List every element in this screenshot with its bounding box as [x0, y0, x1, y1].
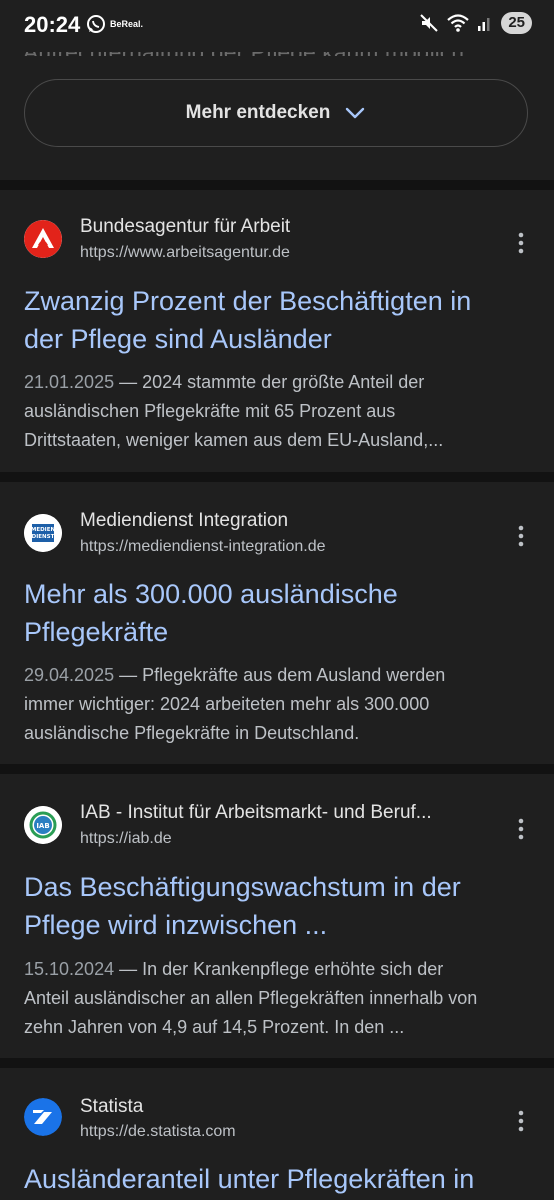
result-title-link[interactable]: Das Beschäftigungswachstum in der Pflege…: [24, 868, 524, 944]
mute-icon: [420, 14, 439, 32]
more-options-icon[interactable]: [516, 818, 526, 840]
statista-favicon-icon: [24, 1098, 62, 1136]
status-time: 20:24: [24, 12, 81, 37]
snippet-line: Drittstaaten, weniger kamen aus dem EU-A…: [24, 430, 444, 450]
favicon-text: DIENST: [32, 534, 55, 540]
more-options-icon[interactable]: [516, 525, 526, 547]
search-result-card[interactable]: Statista https://de.statista.com Ausländ…: [0, 1068, 554, 1200]
result-snippet: 21.01.2025 — 2024 stammte der größte Ant…: [24, 368, 524, 455]
favicon-text: IAB: [36, 822, 49, 830]
result-divider: [0, 1058, 554, 1068]
favicon-text: MEDIEN: [31, 527, 56, 533]
result-date: 29.04.2025: [24, 665, 115, 685]
arbeitsagentur-favicon-icon: [24, 220, 62, 258]
result-divider: [0, 180, 554, 190]
result-title-line: Das Beschäftigungswachstum in der: [24, 872, 461, 902]
result-title-line: Pflegekräfte: [24, 617, 169, 647]
result-url: https://mediendienst-integration.de: [80, 538, 326, 555]
signal-icon: [478, 18, 490, 31]
snippet-line: ausländische Pflegekräfte in Deutschland…: [24, 723, 360, 743]
result-divider: [0, 764, 554, 774]
snippet-line: zehn Jahren von 4,9 auf 14,5 Prozent. In…: [24, 1017, 405, 1037]
mediendienst-favicon-icon: MEDIEN DIENST: [24, 514, 62, 552]
result-url: https://www.arbeitsagentur.de: [80, 244, 290, 261]
chevron-down-icon: [346, 107, 365, 119]
snippet-line: Anteil ausländischer an allen Pflegekräf…: [24, 988, 478, 1008]
result-date: 15.10.2024: [24, 959, 115, 979]
search-result-card[interactable]: IAB IAB - Institut für Arbeitsmarkt- und…: [0, 774, 554, 1058]
snippet-line: — In der Krankenpflege erhöhte sich der: [119, 959, 444, 979]
result-title-line: Mehr als 300.000 ausländische: [24, 579, 398, 609]
search-result-card[interactable]: Bundesagentur für Arbeit https://www.arb…: [0, 190, 554, 472]
result-snippet: 15.10.2024 — In der Krankenpflege erhöht…: [24, 955, 524, 1042]
result-title-line: Zwanzig Prozent der Beschäftigten in: [24, 286, 472, 316]
whatsapp-icon: [87, 15, 105, 33]
result-title-link[interactable]: Mehr als 300.000 ausländische Pflegekräf…: [24, 575, 524, 651]
result-date: 21.01.2025: [24, 372, 115, 392]
result-title-link[interactable]: Ausländeranteil unter Pflegekräften in: [24, 1160, 524, 1198]
status-bar: 20:24 BeReal. 25: [0, 0, 554, 52]
search-results-page: Aufrechterhaltung der Pflege kaum möglic…: [0, 0, 554, 1200]
wifi-icon: [447, 14, 470, 32]
result-title-line: der Pflege sind Ausländer: [24, 324, 332, 354]
more-options-icon[interactable]: [516, 1110, 526, 1132]
result-site-name: Statista: [80, 1096, 144, 1117]
result-snippet: 29.04.2025 — Pflegekräfte aus dem Auslan…: [24, 661, 524, 748]
snippet-line: ausländischen Pflegekräfte mit 65 Prozen…: [24, 401, 396, 421]
result-site-name: IAB - Institut für Arbeitsmarkt- und Ber…: [80, 802, 432, 823]
result-site-name: Bundesagentur für Arbeit: [80, 216, 291, 237]
more-discover-button[interactable]: Mehr entdecken: [24, 79, 528, 147]
result-divider: [0, 472, 554, 482]
result-title-line: Ausländeranteil unter Pflegekräften in: [24, 1164, 475, 1194]
snippet-line: — Pflegekräfte aus dem Ausland werden: [119, 665, 446, 685]
snippet-line: — 2024 stammte der größte Anteil der: [119, 372, 425, 392]
battery-indicator: 25: [501, 12, 532, 34]
search-result-card[interactable]: MEDIEN DIENST Mediendienst Integration h…: [0, 482, 554, 774]
status-icons: 25: [419, 12, 532, 34]
result-url: https://iab.de: [80, 830, 172, 847]
snippet-line: immer wichtiger: 2024 arbeiteten mehr al…: [24, 694, 430, 714]
bereal-notification-text: BeReal.: [110, 19, 144, 29]
more-discover-label: Mehr entdecken: [185, 102, 331, 123]
more-options-icon[interactable]: [516, 232, 526, 254]
result-site-name: Mediendienst Integration: [80, 510, 289, 531]
result-title-link[interactable]: Zwanzig Prozent der Beschäftigten in der…: [24, 282, 524, 358]
result-url: https://de.statista.com: [80, 1123, 236, 1140]
result-title-line: Pflege wird inzwischen ...: [24, 910, 328, 940]
iab-favicon-icon: IAB: [24, 806, 62, 844]
